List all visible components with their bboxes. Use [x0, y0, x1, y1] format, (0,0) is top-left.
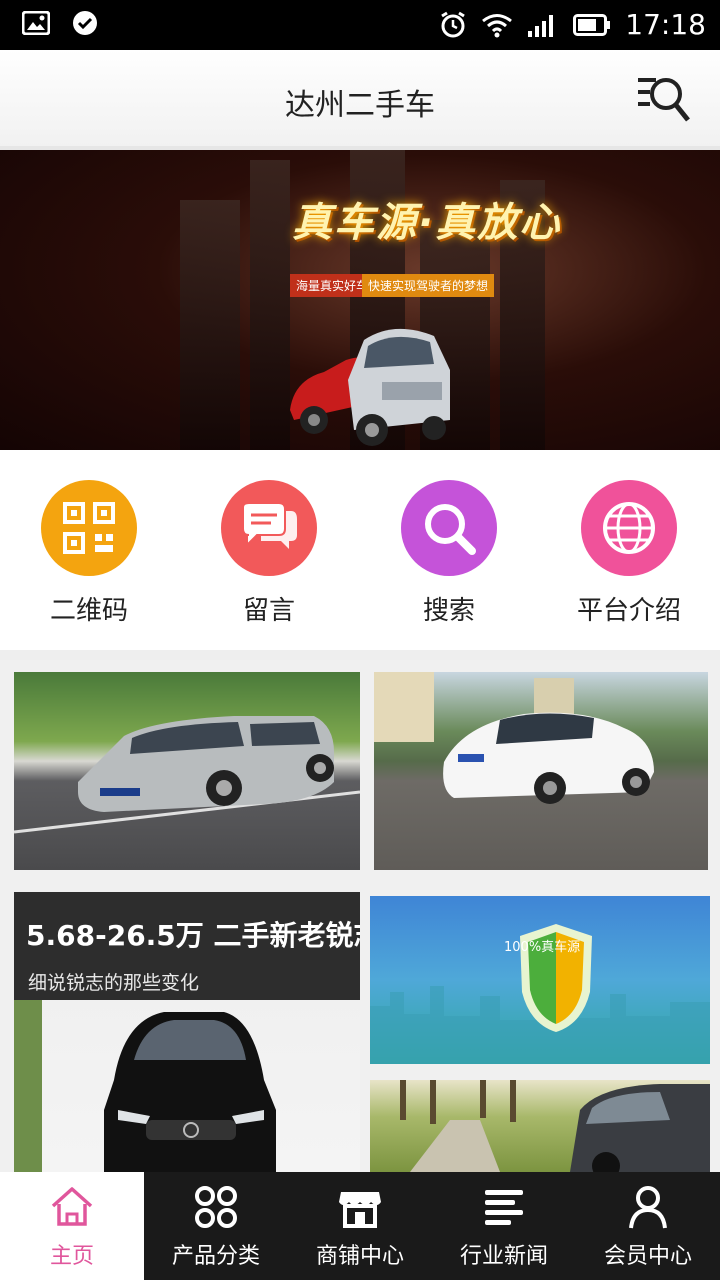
promo-banner[interactable]: 真车源·真放心 海量真实好车等你来挑 快速实现驾驶者的梦想 — [0, 150, 720, 450]
qrcode-icon — [63, 502, 115, 554]
news-icon — [485, 1190, 523, 1225]
wifi-icon — [482, 14, 513, 38]
product-photo-road[interactable] — [370, 1080, 710, 1172]
quick-links: 二维码 留言 搜索 平台介绍 — [0, 450, 720, 650]
road-car-image — [400, 1080, 710, 1172]
menu-search-icon[interactable] — [636, 74, 692, 126]
status-bar: 17:18 — [0, 0, 720, 50]
quick-link-circle — [41, 480, 137, 576]
promo-headline: 5.68-26.5万 二手新老锐志实拍 — [26, 919, 360, 952]
tab-news[interactable]: 行业新闻 — [432, 1172, 576, 1280]
promo-subline: 细说锐志的那些变化 — [28, 972, 200, 994]
alarm-icon — [441, 11, 466, 38]
quick-link-circle — [221, 480, 317, 576]
home-icon — [51, 1187, 93, 1226]
section-divider — [0, 650, 720, 660]
tab-label: 商铺中心 — [315, 1244, 404, 1269]
quick-link-label: 留言 — [242, 596, 295, 626]
store-icon — [339, 1192, 381, 1228]
tab-label: 会员中心 — [603, 1244, 692, 1269]
quick-link-label: 搜索 — [422, 596, 475, 626]
banner-cars-image — [290, 328, 450, 446]
shield-text: 100%真车源 — [504, 940, 581, 955]
banner-tag-right: 快速实现驾驶者的梦想 — [362, 274, 495, 297]
search-icon — [425, 504, 476, 555]
quick-link-search[interactable]: 搜索 — [374, 480, 524, 627]
car-silver-image — [14, 716, 360, 834]
battery-icon — [573, 14, 611, 36]
quick-link-circle — [581, 480, 677, 576]
banner-slogan: 真车源·真放心 — [292, 200, 562, 246]
app-header: 达州二手车 — [0, 50, 720, 150]
quick-link-circle — [401, 480, 497, 576]
product-photo-white-beetle[interactable] — [374, 672, 708, 870]
signal-icon — [528, 15, 554, 37]
tab-categories[interactable]: 产品分类 — [144, 1172, 288, 1280]
grid-icon — [195, 1186, 237, 1228]
check-circle-icon — [73, 11, 97, 35]
image-icon — [22, 11, 50, 35]
tab-label: 产品分类 — [171, 1244, 260, 1269]
banner-building — [180, 200, 240, 450]
user-icon — [629, 1186, 667, 1229]
quick-link-about[interactable]: 平台介绍 — [554, 480, 704, 627]
shield-graphic — [370, 924, 710, 1064]
quick-link-qrcode[interactable]: 二维码 — [14, 480, 164, 627]
tab-label: 行业新闻 — [459, 1244, 548, 1269]
car-white-image — [374, 672, 654, 804]
product-photo-shield[interactable]: 100%真车源 — [370, 896, 710, 1064]
quick-link-label: 二维码 — [49, 596, 128, 626]
quick-link-label: 平台介绍 — [576, 596, 681, 626]
tab-member[interactable]: 会员中心 — [576, 1172, 720, 1280]
quick-link-message[interactable]: 留言 — [194, 480, 344, 627]
product-photo-silver-wagon[interactable] — [14, 672, 360, 870]
car-black-image — [14, 1000, 276, 1172]
status-time: 17:18 — [625, 8, 706, 41]
product-photo-reiz[interactable]: 5.68-26.5万 二手新老锐志实拍 细说锐志的那些变化 — [14, 892, 360, 1172]
tab-stores[interactable]: 商铺中心 — [288, 1172, 432, 1280]
page-title: 达州二手车 — [285, 88, 435, 123]
bottom-tab-bar: 主页 产品分类 商铺中心 行业新闻 会员中心 — [0, 1172, 720, 1280]
tab-home[interactable]: 主页 — [0, 1172, 144, 1280]
globe-icon — [603, 502, 655, 554]
chat-icon — [242, 502, 297, 549]
tab-label: 主页 — [49, 1244, 94, 1269]
